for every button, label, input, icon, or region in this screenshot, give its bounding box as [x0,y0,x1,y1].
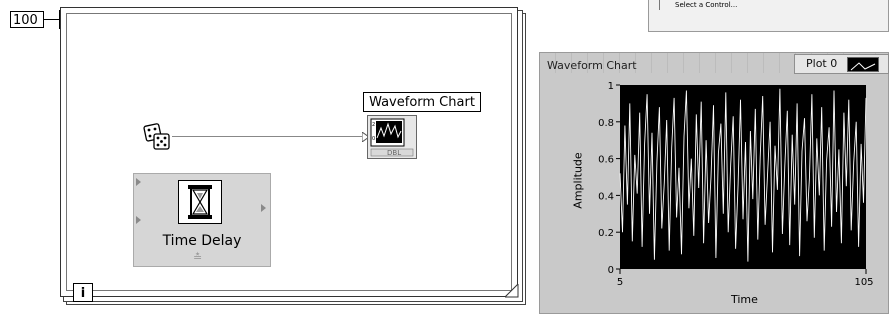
time-delay-label: Time Delay [162,233,242,249]
y-tick-label: 0.2 [598,228,614,239]
input-terminal-icon [136,178,141,186]
loop-count-constant[interactable]: 100 [10,11,44,28]
iteration-terminal[interactable]: i [73,283,93,302]
y-tick-label: 0 [608,265,614,276]
data-wire[interactable] [172,136,362,137]
menu-divider [659,0,660,10]
y-tick-label: 0.4 [598,191,614,202]
x-tick-label: 5 [617,277,623,288]
input-terminal-icon [136,216,141,224]
y-tick-label: 0.6 [598,155,614,166]
controls-palette-fragment: Select a Control... [648,0,889,32]
chevron-double-down-icon[interactable]: ≛ [193,251,202,264]
y-tick-label: 0.8 [598,118,614,129]
waveform-chart-terminal[interactable]: 2 0 DBL [367,115,417,159]
waveform-chart-plot[interactable]: 0 0.2 0.4 0.6 0.8 1 5 105 [539,52,889,314]
y-axis-label: Amplitude [571,152,585,209]
terminal-type-label: DBL [387,149,402,157]
count-wire [44,19,59,20]
dice-icon[interactable] [143,122,173,152]
hourglass-icon [178,180,222,224]
x-axis-label: Time [731,293,758,306]
svg-text:0: 0 [372,136,375,142]
output-terminal-icon [261,204,266,212]
y-tick-label: 1 [608,81,614,92]
loop-resize-handle-icon[interactable] [505,284,519,298]
svg-text:2: 2 [372,122,375,128]
x-tick-label: 105 [854,277,873,288]
menu-item-select-a-control[interactable]: Select a Control... [675,0,737,10]
waveform-chart-label[interactable]: Waveform Chart [363,92,481,112]
